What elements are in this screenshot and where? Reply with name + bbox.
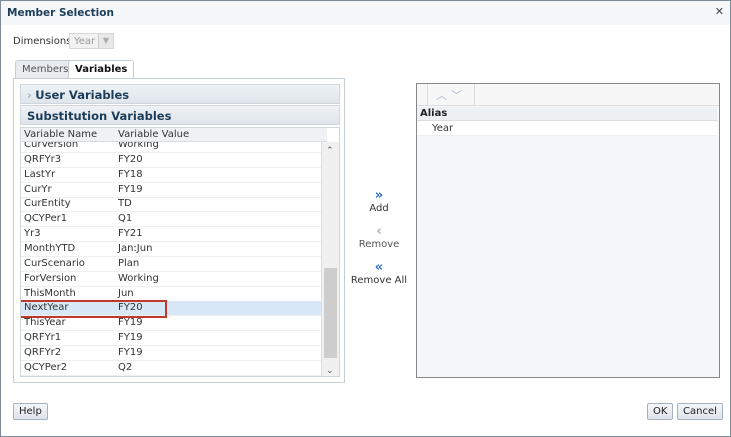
variable-value: FY19 bbox=[118, 332, 143, 344]
cancel-button[interactable]: Cancel bbox=[677, 403, 723, 420]
dimensions-label: Dimensions bbox=[13, 36, 72, 47]
chevron-double-left-icon: « bbox=[374, 260, 384, 275]
variable-value: Q1 bbox=[118, 213, 133, 225]
table-row[interactable]: QCYPer2 Q2 bbox=[21, 361, 321, 376]
table-row[interactable]: CurYr FY19 bbox=[21, 183, 321, 198]
variable-value: FY19 bbox=[118, 317, 143, 329]
variable-name: ForVersion bbox=[24, 272, 77, 284]
move-buttons: ︿﹀ bbox=[427, 84, 475, 106]
table-row[interactable]: CurScenario Plan bbox=[21, 257, 321, 272]
table-row[interactable]: QRFYr2 FY19 bbox=[21, 346, 321, 361]
chevron-left-icon: ‹ bbox=[376, 224, 382, 239]
help-button[interactable]: Help bbox=[13, 403, 48, 420]
selection-toolbar: ︿﹀ bbox=[417, 84, 719, 106]
variable-name: CurYr bbox=[24, 183, 52, 195]
variable-value: FY20 bbox=[118, 153, 143, 165]
selected-member[interactable]: Year bbox=[417, 121, 717, 136]
table-row[interactable]: QCYPer1 Q1 bbox=[21, 212, 321, 228]
variable-name: Yr3 bbox=[24, 228, 41, 240]
alias-column-header: Alias bbox=[417, 107, 717, 121]
variable-value: FY21 bbox=[118, 228, 143, 240]
variable-name: QCYPer2 bbox=[24, 361, 68, 373]
vertical-scrollbar[interactable]: ⌃ ⌄ bbox=[321, 142, 339, 376]
variables-table: Variable Name Variable Value CurVersion W… bbox=[20, 127, 340, 377]
selections-panel: ︿﹀ Alias Year bbox=[416, 83, 720, 378]
tab-variables[interactable]: Variables bbox=[68, 60, 135, 80]
column-header-name[interactable]: Variable Name bbox=[24, 129, 97, 140]
remove-button[interactable]: ‹ Remove bbox=[349, 224, 409, 250]
variable-value: Jan:Jun bbox=[118, 242, 153, 254]
table-row[interactable]: NextYear FY20 bbox=[21, 300, 321, 319]
table-row[interactable]: MonthYTD Jan:Jun bbox=[21, 242, 321, 257]
chevron-double-right-icon: » bbox=[374, 188, 384, 203]
table-row[interactable]: CurEntity TD bbox=[21, 197, 321, 213]
table-header: Variable Name Variable Value bbox=[21, 128, 327, 142]
table-row[interactable]: LastYr FY18 bbox=[21, 168, 321, 183]
member-selection-dialog: Member Selection ✕ Dimensions Year ▼ Memb… bbox=[0, 0, 731, 437]
user-variables-header[interactable]: › User Variables bbox=[20, 84, 340, 104]
chevron-down-icon: ▼ bbox=[98, 34, 113, 48]
variable-name: CurEntity bbox=[24, 198, 71, 210]
variable-name: CurScenario bbox=[24, 257, 85, 269]
substitution-variables-header[interactable]: Substitution Variables bbox=[20, 105, 340, 125]
user-variables-label: User Variables bbox=[35, 88, 130, 102]
variable-value: TD bbox=[118, 198, 132, 210]
variable-value: Working bbox=[118, 142, 159, 150]
scroll-up-icon[interactable]: ⌃ bbox=[326, 146, 334, 156]
add-button[interactable]: » Add bbox=[349, 188, 409, 214]
variable-name: QRFYr2 bbox=[24, 346, 62, 358]
close-icon[interactable]: ✕ bbox=[715, 5, 724, 18]
variables-panel: › User Variables Substitution Variables … bbox=[13, 78, 345, 383]
variable-name: CurVersion bbox=[24, 142, 79, 150]
remove-label: Remove bbox=[358, 239, 400, 250]
variable-value: FY18 bbox=[118, 168, 143, 180]
variable-value: Jun bbox=[118, 287, 134, 299]
variable-name: MonthYTD bbox=[24, 242, 76, 254]
ok-button[interactable]: OK bbox=[647, 403, 674, 420]
scrollbar-thumb[interactable] bbox=[324, 268, 337, 358]
table-row[interactable]: ThisMonth Jun bbox=[21, 287, 321, 302]
substitution-variables-label: Substitution Variables bbox=[27, 109, 172, 123]
variable-name: ThisMonth bbox=[24, 287, 76, 299]
dimensions-select[interactable]: Year ▼ bbox=[69, 33, 114, 49]
variable-value: Working bbox=[118, 272, 159, 284]
variable-value: Q2 bbox=[118, 361, 133, 373]
tab-members[interactable]: Members bbox=[15, 60, 76, 79]
scroll-down-icon[interactable]: ⌄ bbox=[326, 366, 334, 376]
table-body: CurVersion Working QRFYr3 FY20 LastYr FY18 Cur… bbox=[21, 142, 321, 376]
add-label: Add bbox=[369, 203, 389, 214]
table-row[interactable]: CurVersion Working bbox=[21, 142, 321, 153]
dialog-title: Member Selection bbox=[7, 7, 114, 19]
dimensions-value: Year bbox=[74, 36, 96, 47]
variable-name: QRFYr3 bbox=[24, 153, 62, 165]
variable-name: LastYr bbox=[24, 168, 56, 180]
table-row[interactable]: ForVersion Working bbox=[21, 272, 321, 287]
variable-name: QRFYr1 bbox=[24, 332, 62, 344]
variable-name: QCYPer1 bbox=[24, 213, 68, 225]
column-header-value[interactable]: Variable Value bbox=[118, 129, 189, 140]
tab-label: Variables bbox=[75, 64, 128, 75]
table-row[interactable]: QRFYr3 FY20 bbox=[21, 153, 321, 168]
table-row[interactable]: ThisYear FY19 bbox=[21, 316, 321, 332]
variable-value: FY19 bbox=[118, 346, 143, 358]
move-down-icon[interactable]: ﹀ bbox=[451, 89, 466, 102]
variable-value: FY19 bbox=[118, 183, 143, 195]
title-bar: Member Selection ✕ bbox=[1, 1, 730, 25]
table-row[interactable]: QRFYr1 FY19 bbox=[21, 331, 321, 347]
remove-all-button[interactable]: «Remove All bbox=[346, 260, 412, 286]
variable-name: ThisYear bbox=[24, 317, 66, 329]
table-row[interactable]: Yr3 FY21 bbox=[21, 227, 321, 243]
variable-value: Plan bbox=[118, 257, 140, 269]
move-up-icon[interactable]: ︿ bbox=[436, 89, 451, 102]
tab-label: Members bbox=[22, 64, 69, 75]
remove-all-label: Remove All bbox=[350, 275, 408, 286]
